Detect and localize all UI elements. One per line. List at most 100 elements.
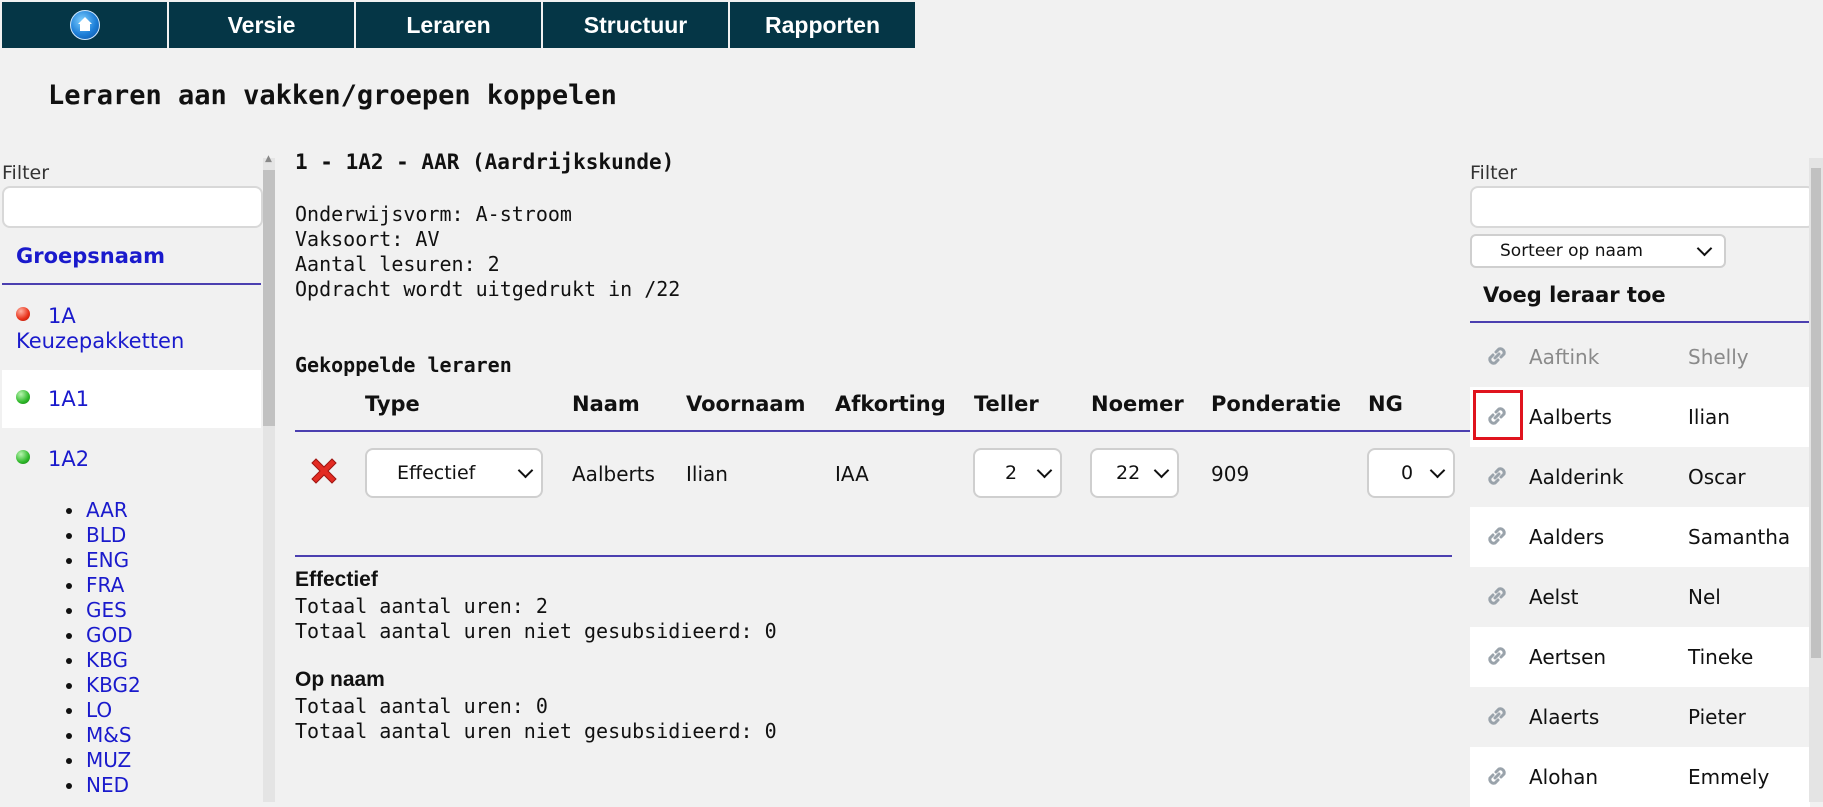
teacher-last-name: Aalders	[1529, 525, 1605, 549]
col-afkorting: Afkorting	[835, 392, 946, 416]
home-icon	[69, 10, 100, 40]
col-voornaam: Voornaam	[686, 392, 806, 416]
teacher-last-name: Aertsen	[1529, 645, 1607, 669]
group-item-1a[interactable]: 1A Keuzepakketten	[2, 304, 261, 364]
top-nav: Versie Leraren Structuur Rapporten	[2, 2, 917, 48]
teacher-last-name: Aelst	[1529, 585, 1579, 609]
group-item-1a1[interactable]: 1A1	[2, 370, 261, 428]
group-filter-input[interactable]	[2, 186, 263, 228]
row-voornaam: Ilian	[686, 462, 728, 486]
chevron-down-icon	[1429, 462, 1446, 478]
delete-icon[interactable]	[307, 454, 341, 488]
header-divider	[2, 283, 261, 285]
teacher-first-name: Emmely	[1688, 765, 1770, 789]
groepsnaam-header[interactable]: Groepsnaam	[16, 244, 165, 268]
group-panel: Filter Groepsnaam 1A Keuzepakketten 1A1 …	[0, 154, 275, 802]
group-item-1a2[interactable]: 1A2	[2, 430, 261, 488]
summary-effectief-heading: Effectief	[295, 568, 378, 591]
subject-link[interactable]: ENG	[60, 548, 141, 573]
scroll-thumb[interactable]	[263, 170, 275, 426]
ng-select[interactable]: 0	[1367, 448, 1455, 498]
linked-teachers-heading: Gekoppelde leraren	[295, 353, 512, 377]
type-select-value: Effectief	[397, 462, 476, 484]
link-icon[interactable]	[1484, 763, 1510, 789]
nav-home-button[interactable]	[2, 2, 169, 48]
summary-effectief-totaal: Totaal aantal uren: 2	[295, 594, 548, 618]
add-teacher-heading: Voeg leraar toe	[1483, 283, 1666, 307]
teacher-first-name: Nel	[1688, 585, 1721, 609]
link-icon[interactable]	[1484, 583, 1510, 609]
status-red-icon	[16, 307, 30, 321]
col-ponderatie: Ponderatie	[1211, 392, 1342, 416]
teacher-row[interactable]: Aalderink Oscar	[1470, 447, 1810, 507]
col-naam: Naam	[572, 392, 640, 416]
subject-link[interactable]: MUZ	[60, 748, 141, 773]
teacher-first-name: Shelly	[1688, 345, 1749, 369]
status-green-icon	[16, 450, 30, 464]
link-icon[interactable]	[1484, 343, 1510, 369]
info-onderwijsvorm: Onderwijsvorm: A-stroom	[295, 202, 572, 226]
teacher-filter-label: Filter	[1470, 162, 1518, 184]
nav-versie[interactable]: Versie	[169, 2, 356, 48]
chevron-down-icon	[517, 462, 534, 478]
teacher-scrollbar[interactable]	[1809, 158, 1823, 802]
nav-rapporten[interactable]: Rapporten	[730, 2, 917, 48]
chevron-down-icon	[1696, 240, 1713, 256]
teacher-row[interactable]: Aertsen Tineke	[1470, 627, 1810, 687]
subject-list: AAR BLD ENG FRA GES GOD KBG KBG2 LO M&S …	[60, 498, 141, 798]
subject-link[interactable]: NED	[60, 773, 141, 798]
teacher-first-name: Tineke	[1688, 645, 1754, 669]
group-label: 1A	[48, 304, 76, 328]
subject-link[interactable]: M&S	[60, 723, 141, 748]
noemer-select[interactable]: 22	[1090, 448, 1179, 498]
group-filter-label: Filter	[2, 162, 50, 184]
nav-structuur[interactable]: Structuur	[543, 2, 730, 48]
status-green-icon	[16, 390, 30, 404]
subject-link[interactable]: LO	[60, 698, 141, 723]
highlight-box	[1473, 390, 1523, 440]
scroll-up-icon[interactable]: ▲	[265, 154, 272, 164]
subject-link[interactable]: BLD	[60, 523, 141, 548]
teacher-first-name: Samantha	[1688, 525, 1791, 549]
teacher-last-name: Alaerts	[1529, 705, 1600, 729]
teacher-first-name: Oscar	[1688, 465, 1746, 489]
teacher-filter-input[interactable]	[1470, 186, 1815, 228]
add-teacher-divider	[1470, 321, 1810, 323]
teacher-row[interactable]: Alohan Emmely	[1470, 747, 1810, 807]
teacher-row[interactable]: Alaerts Pieter	[1470, 687, 1810, 747]
teacher-row[interactable]: Aalberts Ilian	[1470, 387, 1810, 447]
ng-select-value: 0	[1401, 462, 1414, 484]
col-teller: Teller	[974, 392, 1039, 416]
info-vaksoort: Vaksoort: AV	[295, 227, 440, 251]
chevron-down-icon	[1036, 462, 1053, 478]
subject-link[interactable]: GES	[60, 598, 141, 623]
teller-select[interactable]: 2	[973, 448, 1062, 498]
link-icon[interactable]	[1484, 523, 1510, 549]
summary-op-naam-totaal: Totaal aantal uren: 0	[295, 694, 548, 718]
link-icon[interactable]	[1484, 463, 1510, 489]
type-select[interactable]: Effectief	[365, 448, 543, 498]
col-ng: NG	[1368, 392, 1403, 416]
group-sublabel: Keuzepakketten	[16, 329, 185, 353]
scroll-thumb[interactable]	[1811, 168, 1821, 658]
subject-link[interactable]: GOD	[60, 623, 141, 648]
sort-select[interactable]: Sorteer op naam	[1470, 234, 1726, 268]
subject-link[interactable]: KBG2	[60, 673, 141, 698]
subject-link[interactable]: AAR	[60, 498, 141, 523]
subject-link[interactable]: FRA	[60, 573, 141, 598]
link-icon[interactable]	[1484, 703, 1510, 729]
group-scrollbar[interactable]: ▲	[263, 154, 275, 802]
subject-link[interactable]: KBG	[60, 648, 141, 673]
teacher-row[interactable]: Aalders Samantha	[1470, 507, 1810, 567]
course-title: 1 - 1A2 - AAR (Aardrijkskunde)	[295, 150, 675, 174]
teller-select-value: 2	[1005, 462, 1018, 484]
summary-effectief-niet-gesubsidieerd: Totaal aantal uren niet gesubsidieerd: 0	[295, 619, 777, 643]
teacher-last-name: Aaftink	[1529, 345, 1600, 369]
teacher-last-name: Aalderink	[1529, 465, 1624, 489]
nav-leraren[interactable]: Leraren	[356, 2, 543, 48]
chevron-down-icon	[1153, 462, 1170, 478]
teacher-row[interactable]: Aelst Nel	[1470, 567, 1810, 627]
teacher-row[interactable]: Aaftink Shelly	[1470, 327, 1810, 387]
table-header-divider	[295, 430, 1471, 432]
link-icon[interactable]	[1484, 643, 1510, 669]
